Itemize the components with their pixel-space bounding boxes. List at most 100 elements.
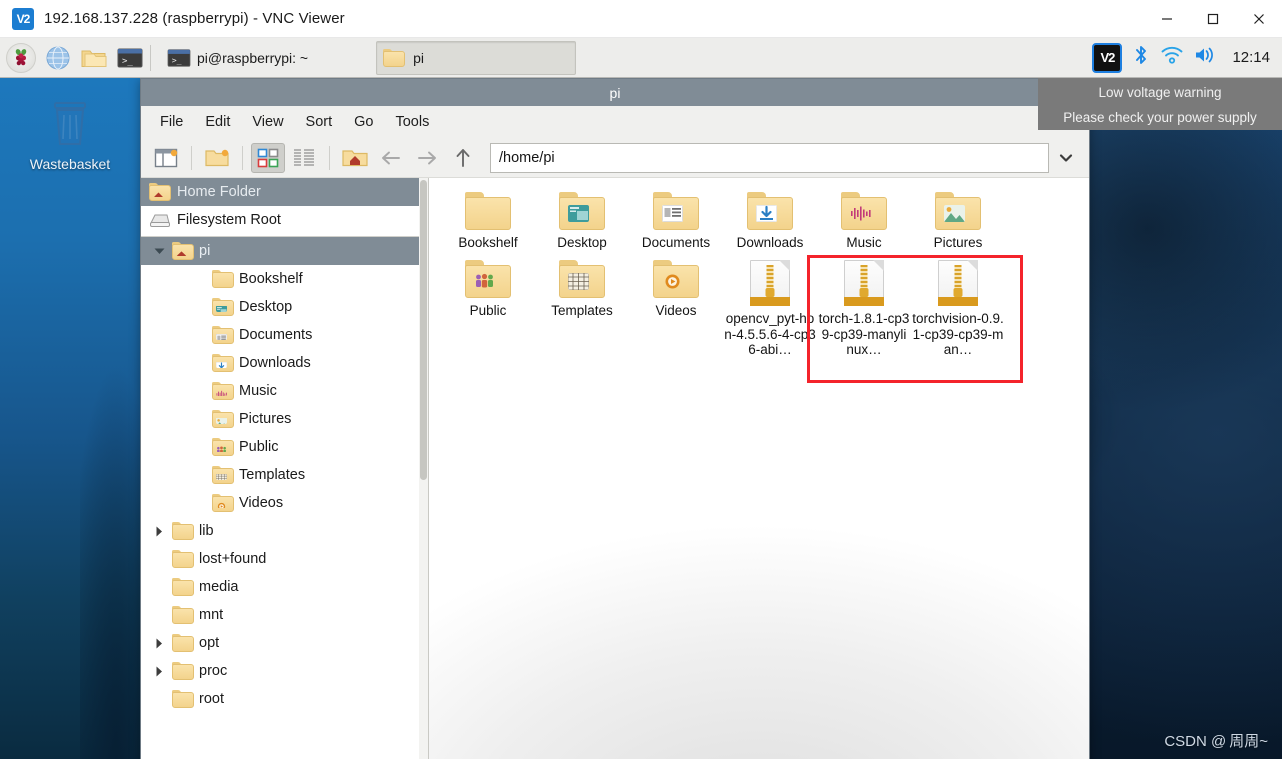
menu-edit[interactable]: Edit	[196, 110, 239, 134]
svg-text:>_: >_	[172, 55, 182, 65]
csdn-watermark: CSDN @ 周周~	[1164, 733, 1268, 750]
sidebar-tree-item-label: Pictures	[239, 411, 292, 427]
sidebar-tree-item-public[interactable]: Public	[141, 433, 428, 461]
file-item-label: Videos	[655, 303, 697, 318]
raspberry-menu-icon[interactable]	[6, 42, 36, 73]
terminal-launcher[interactable]: >_	[114, 42, 146, 74]
tree-twisty-collapsed[interactable]	[151, 638, 167, 649]
file-item[interactable]: torchvision-0.9.1-cp39-cp39-man…	[911, 254, 1005, 358]
folder-public-icon	[212, 438, 234, 456]
file-item[interactable]: Downloads	[723, 186, 817, 254]
up-button[interactable]	[446, 143, 480, 173]
icon-view-button[interactable]	[251, 142, 285, 173]
menu-bar: File Edit View Sort Go Tools	[141, 106, 1089, 138]
list-view-button[interactable]	[287, 143, 321, 173]
sidebar-tree-item-downloads[interactable]: Downloads	[141, 349, 428, 377]
wifi-icon[interactable]	[1160, 45, 1184, 70]
file-list-view[interactable]: Bookshelf Desktop Documents Downloads Mu…	[429, 178, 1089, 759]
path-input[interactable]: /home/pi	[490, 142, 1049, 173]
sidebar-tree-item-lib[interactable]: lib	[141, 517, 428, 545]
taskbar-separator	[150, 44, 151, 71]
file-item-label: Desktop	[557, 235, 607, 250]
window-controls	[1144, 0, 1282, 38]
sidebar-tree-item-bookshelf[interactable]: Bookshelf	[141, 265, 428, 293]
file-item[interactable]: Bookshelf	[441, 186, 535, 254]
menu-file[interactable]: File	[151, 110, 192, 134]
bluetooth-icon[interactable]	[1132, 44, 1150, 71]
menu-sort[interactable]: Sort	[297, 110, 342, 134]
remote-desktop: >_ >_ pi@raspberrypi: ~ pi V2 12:14 Low …	[0, 38, 1282, 759]
directory-tree: pi Bookshelf Desktop Documents Downloads…	[141, 237, 428, 713]
file-item[interactable]: Pictures	[911, 186, 1005, 254]
sidebar-tree-item-music[interactable]: Music	[141, 377, 428, 405]
sidebar-tree-item-documents[interactable]: Documents	[141, 321, 428, 349]
folder-videos-icon	[653, 260, 699, 298]
file-manager-window: pi File Edit View Sort Go Tools /home/pi…	[140, 78, 1090, 759]
tree-twisty-collapsed[interactable]	[151, 666, 167, 677]
sidebar-tree-item-opt[interactable]: opt	[141, 629, 428, 657]
sidebar-tree-item-templates[interactable]: Templates	[141, 461, 428, 489]
file-item[interactable]: Public	[441, 254, 535, 358]
folder-icon	[172, 578, 194, 596]
sidebar-tree-item-mnt[interactable]: mnt	[141, 601, 428, 629]
menu-tools[interactable]: Tools	[386, 110, 438, 134]
desktop-icon-wastebasket[interactable]: Wastebasket	[20, 98, 120, 172]
file-item[interactable]: Documents	[629, 186, 723, 254]
sidebar-tree-item-label: Downloads	[239, 355, 311, 371]
sidebar-tree-item-proc[interactable]: proc	[141, 657, 428, 685]
sidebar-item-label: Home Folder	[177, 184, 261, 200]
file-manager-titlebar[interactable]: pi	[141, 79, 1089, 106]
sidebar-tree-item-lost-found[interactable]: lost+found	[141, 545, 428, 573]
file-manager-launcher[interactable]	[78, 42, 110, 74]
file-item[interactable]: Music	[817, 186, 911, 254]
menu-view[interactable]: View	[243, 110, 292, 134]
new-folder-button[interactable]	[200, 143, 234, 173]
sidebar-tree-item-videos[interactable]: Videos	[141, 489, 428, 517]
folder-downloads-icon	[212, 354, 234, 372]
sidebar-tree-item-pictures[interactable]: Pictures	[141, 405, 428, 433]
sidebar-item-filesystem-root[interactable]: Filesystem Root	[141, 206, 428, 234]
tree-twisty-collapsed[interactable]	[151, 526, 167, 537]
menu-go[interactable]: Go	[345, 110, 382, 134]
file-item[interactable]: torch-1.8.1-cp39-cp39-manylinux…	[817, 254, 911, 358]
low-voltage-notification[interactable]: Low voltage warning Please check your po…	[1038, 78, 1282, 130]
close-button[interactable]	[1236, 0, 1282, 38]
folder-icon	[172, 606, 194, 624]
folder-icon	[172, 522, 194, 540]
vnc-viewer-window: V2 192.168.137.228 (raspberrypi) - VNC V…	[0, 0, 1282, 759]
file-item-label: Music	[846, 235, 882, 250]
folder-icon	[172, 550, 194, 568]
back-button[interactable]	[374, 143, 408, 173]
file-item[interactable]: Templates	[535, 254, 629, 358]
file-item[interactable]: Videos	[629, 254, 723, 358]
sidebar-scrollbar[interactable]	[419, 178, 428, 759]
tree-twisty-expanded[interactable]	[151, 247, 167, 255]
taskbar-task-pi[interactable]: pi	[376, 40, 577, 75]
home-button[interactable]	[338, 143, 372, 173]
path-dropdown-chevron-down-icon[interactable]	[1051, 143, 1081, 173]
new-tab-button[interactable]	[149, 143, 183, 173]
web-browser-launcher[interactable]	[42, 42, 74, 74]
maximize-button[interactable]	[1190, 0, 1236, 38]
volume-icon[interactable]	[1194, 45, 1218, 70]
sidebar-tree-item-desktop[interactable]: Desktop	[141, 293, 428, 321]
taskbar-clock[interactable]: 12:14	[1232, 49, 1270, 66]
sidebar-scrollbar-thumb[interactable]	[420, 180, 427, 480]
sidebar-tree-item-root[interactable]: root	[141, 685, 428, 713]
sidebar-tree-item-media[interactable]: media	[141, 573, 428, 601]
folder-templates-icon	[212, 466, 234, 484]
file-item[interactable]: Desktop	[535, 186, 629, 254]
sidebar-tree-item-label: media	[199, 579, 239, 595]
vnc-server-tray-icon[interactable]: V2	[1092, 42, 1123, 73]
sidebar-tree-item-pi[interactable]: pi	[141, 237, 428, 265]
taskbar-task-terminal[interactable]: >_ pi@raspberrypi: ~	[161, 41, 320, 75]
sidebar-item-home-folder[interactable]: Home Folder	[141, 178, 428, 206]
folder-downloads-icon	[747, 192, 793, 230]
file-item-label: opencv_pyt-hon-4.5.5.6-4-cp36-abi…	[724, 311, 816, 357]
file-item-label: Bookshelf	[458, 235, 518, 250]
folder-icon	[212, 270, 234, 288]
file-item[interactable]: opencv_pyt-hon-4.5.5.6-4-cp36-abi…	[723, 254, 817, 358]
folder-videos-icon	[212, 494, 234, 512]
forward-button[interactable]	[410, 143, 444, 173]
minimize-button[interactable]	[1144, 0, 1190, 38]
